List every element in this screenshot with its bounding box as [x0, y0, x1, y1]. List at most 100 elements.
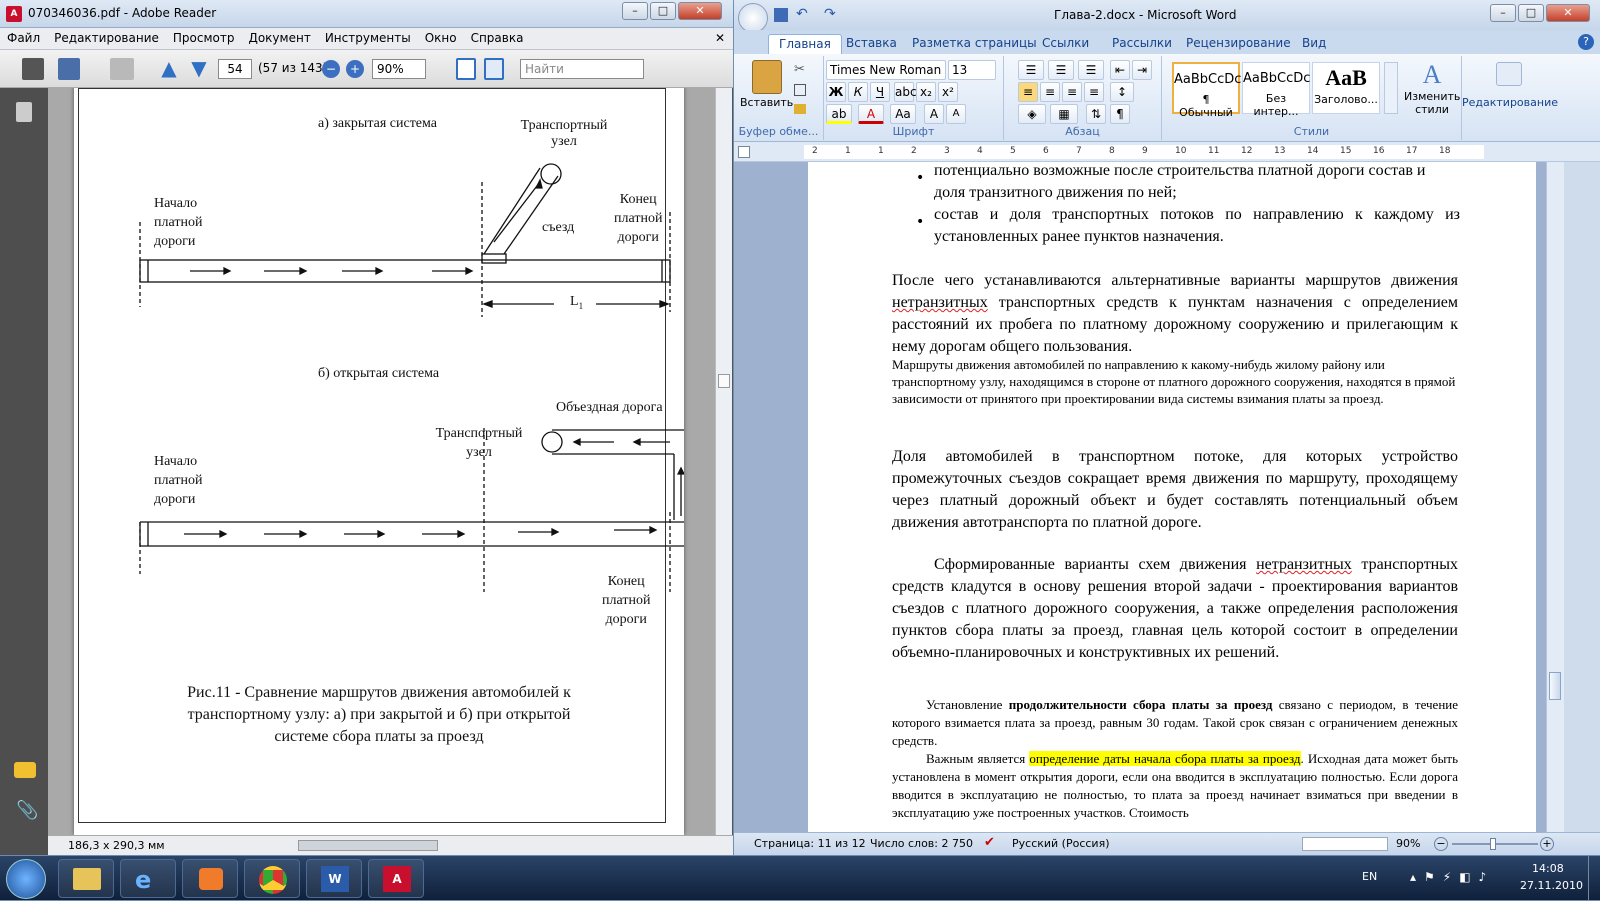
- word-scroll-thumb[interactable]: [1549, 672, 1561, 700]
- fit-width-icon[interactable]: [484, 58, 504, 80]
- tab-mailings[interactable]: Рассылки: [1102, 34, 1182, 54]
- horizontal-ruler[interactable]: 2 1 1 2 3 4 5 6 7 8 9 10 11 12 13 14 15 16 17 18: [734, 142, 1600, 162]
- styles-scroll[interactable]: [1384, 62, 1398, 114]
- pdf-vertical-scrollbar[interactable]: [715, 88, 732, 835]
- print-icon[interactable]: [22, 58, 44, 80]
- shrink-font-icon[interactable]: A: [946, 104, 966, 124]
- save-icon[interactable]: [774, 8, 788, 22]
- search-input[interactable]: Найти: [520, 59, 644, 79]
- proofing-icon[interactable]: ✔: [984, 835, 995, 850]
- zoom-select[interactable]: 90%: [372, 59, 426, 79]
- align-center-icon[interactable]: ≡: [1040, 82, 1060, 102]
- bold-button[interactable]: Ж: [826, 82, 846, 102]
- zoom-in-icon[interactable]: +: [346, 60, 364, 78]
- zoom-level[interactable]: 90%: [1396, 837, 1420, 850]
- subscript-button[interactable]: x₂: [916, 82, 936, 102]
- word-maximize-button[interactable]: □: [1518, 4, 1544, 22]
- help-icon[interactable]: ?: [1578, 34, 1594, 50]
- paste-icon[interactable]: [752, 60, 782, 94]
- tray-icons[interactable]: ▴⚑⚡◧♪: [1410, 870, 1494, 884]
- ie-taskbar-icon[interactable]: e: [120, 859, 176, 898]
- page-indicator[interactable]: Страница: 11 из 12: [754, 837, 866, 850]
- align-left-icon[interactable]: ≡: [1018, 82, 1038, 102]
- italic-button[interactable]: К: [848, 82, 868, 102]
- multilevel-icon[interactable]: ☰: [1078, 60, 1104, 80]
- redo-icon[interactable]: ↷: [824, 6, 836, 22]
- language-bar[interactable]: EN: [1362, 870, 1377, 883]
- justify-icon[interactable]: ≡: [1084, 82, 1104, 102]
- font-size-select[interactable]: 13: [948, 60, 996, 80]
- media-player-taskbar-icon[interactable]: [182, 859, 238, 898]
- highlight-icon[interactable]: ab: [826, 104, 852, 124]
- font-name-select[interactable]: Times New Roman: [826, 60, 946, 80]
- pages-panel-icon[interactable]: [16, 102, 32, 122]
- underline-button[interactable]: Ч: [870, 82, 890, 102]
- paste-label[interactable]: Вставить: [740, 96, 793, 109]
- format-painter-icon[interactable]: [794, 104, 806, 114]
- increase-indent-icon[interactable]: ⇥: [1132, 60, 1152, 80]
- font-color-icon[interactable]: A: [858, 104, 884, 124]
- change-styles-button[interactable]: A Изменить стили: [1404, 60, 1460, 116]
- tab-insert[interactable]: Вставка: [836, 34, 907, 54]
- grow-font-icon[interactable]: A: [924, 104, 944, 124]
- close-button[interactable]: ✕: [678, 2, 722, 20]
- fit-page-icon[interactable]: [456, 58, 476, 80]
- chrome-taskbar-icon[interactable]: [244, 859, 300, 898]
- menu-edit[interactable]: Редактирование: [47, 28, 166, 48]
- explorer-taskbar-icon[interactable]: [58, 859, 114, 898]
- menu-help[interactable]: Справка: [464, 28, 531, 48]
- word-minimize-button[interactable]: –: [1490, 4, 1516, 22]
- style-heading[interactable]: AaB Заголово...: [1312, 62, 1380, 114]
- tab-references[interactable]: Ссылки: [1032, 34, 1099, 54]
- email-icon[interactable]: [58, 58, 80, 80]
- show-marks-icon[interactable]: ¶: [1110, 104, 1130, 124]
- menu-document[interactable]: Документ: [241, 28, 317, 48]
- tab-selector[interactable]: [738, 146, 750, 158]
- undo-icon[interactable]: ↶: [796, 6, 808, 22]
- comments-icon[interactable]: [14, 762, 36, 778]
- minimize-button[interactable]: –: [622, 2, 648, 20]
- menu-window[interactable]: Окно: [418, 28, 464, 48]
- show-desktop-button[interactable]: [1588, 856, 1600, 901]
- word-vertical-scrollbar[interactable]: [1546, 162, 1564, 832]
- superscript-button[interactable]: x²: [938, 82, 958, 102]
- bullets-icon[interactable]: ☰: [1018, 60, 1044, 80]
- style-no-spacing[interactable]: AaBbCcDc Без интер...: [1242, 62, 1310, 118]
- menu-view[interactable]: Просмотр: [166, 28, 242, 48]
- office-button[interactable]: [738, 3, 768, 33]
- clock-time[interactable]: 14:08: [1532, 862, 1564, 875]
- align-right-icon[interactable]: ≡: [1062, 82, 1082, 102]
- strikethrough-button[interactable]: abc: [894, 82, 917, 102]
- adobe-taskbar-icon[interactable]: A: [368, 859, 424, 898]
- tab-home[interactable]: Главная: [768, 34, 842, 54]
- attachments-icon[interactable]: 📎: [16, 800, 38, 821]
- collaborate-icon[interactable]: [110, 58, 134, 80]
- scroll-thumb[interactable]: [718, 374, 730, 388]
- zoom-out-icon[interactable]: −: [322, 60, 340, 78]
- editing-button[interactable]: Редактирование: [1462, 96, 1558, 109]
- horizontal-scrollbar[interactable]: [298, 840, 438, 851]
- menu-tools[interactable]: Инструменты: [318, 28, 418, 48]
- language-indicator[interactable]: Русский (Россия): [1012, 837, 1110, 850]
- line-spacing-icon[interactable]: ↕: [1110, 82, 1134, 102]
- document-page[interactable]: потенциально возможные после строительст…: [808, 162, 1536, 832]
- menu-file[interactable]: Файл: [0, 28, 47, 48]
- prev-page-icon[interactable]: ▲: [158, 58, 180, 80]
- sort-icon[interactable]: ⇅: [1086, 104, 1106, 124]
- page-number-input[interactable]: 54: [218, 59, 252, 79]
- shading-icon[interactable]: ◈: [1018, 104, 1046, 124]
- word-close-button[interactable]: ✕: [1546, 4, 1590, 22]
- binoculars-icon[interactable]: [1496, 62, 1522, 86]
- cut-icon[interactable]: ✂: [794, 62, 805, 77]
- next-page-icon[interactable]: ▼: [188, 58, 210, 80]
- maximize-button[interactable]: □: [650, 2, 676, 20]
- numbering-icon[interactable]: ☰: [1048, 60, 1074, 80]
- start-button[interactable]: [6, 859, 46, 899]
- tab-view[interactable]: Вид: [1292, 34, 1336, 54]
- view-buttons[interactable]: [1302, 837, 1388, 851]
- zoom-slider[interactable]: − +: [1434, 837, 1554, 851]
- word-count[interactable]: Число слов: 2 750: [870, 837, 973, 850]
- clock-date[interactable]: 27.11.2010: [1520, 879, 1583, 892]
- word-taskbar-icon[interactable]: W: [306, 859, 362, 898]
- tab-review[interactable]: Рецензирование: [1176, 34, 1301, 54]
